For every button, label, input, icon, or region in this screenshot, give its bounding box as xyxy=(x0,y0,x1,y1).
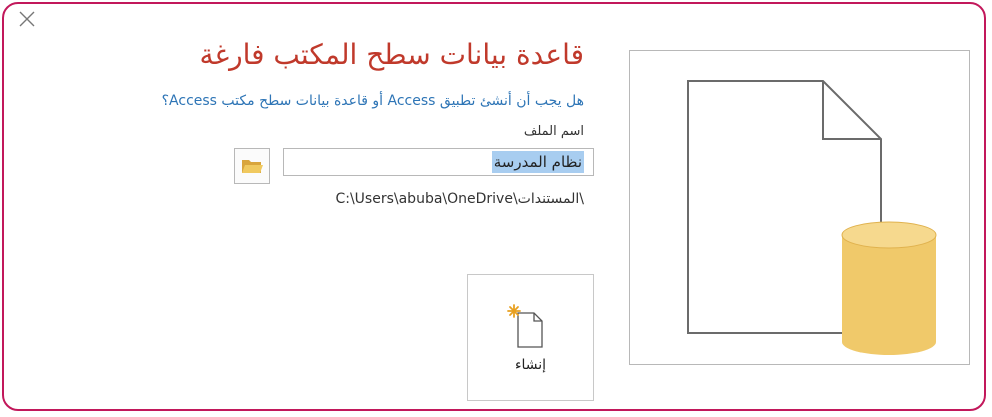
create-button-label: إنشاء xyxy=(514,357,547,373)
create-button[interactable]: إنشاء xyxy=(467,274,594,401)
close-icon[interactable] xyxy=(18,10,36,28)
dialog-title: قاعدة بيانات سطح المكتب فارغة xyxy=(199,38,584,71)
folder-icon xyxy=(242,160,263,173)
save-path: C:\Users\abuba\OneDrive\المستندات\ xyxy=(335,191,584,207)
file-name-label: اسم الملف xyxy=(523,124,584,139)
browse-folder-button[interactable] xyxy=(234,148,270,184)
new-document-icon xyxy=(507,304,543,348)
file-name-input[interactable] xyxy=(283,148,594,176)
database-document-icon xyxy=(687,80,937,355)
database-preview xyxy=(629,50,970,365)
dialog-question: هل يجب أن أنشئ تطبيق Access أو قاعدة بيا… xyxy=(161,93,584,109)
dialog-frame: قاعدة بيانات سطح المكتب فارغة هل يجب أن … xyxy=(2,2,986,411)
